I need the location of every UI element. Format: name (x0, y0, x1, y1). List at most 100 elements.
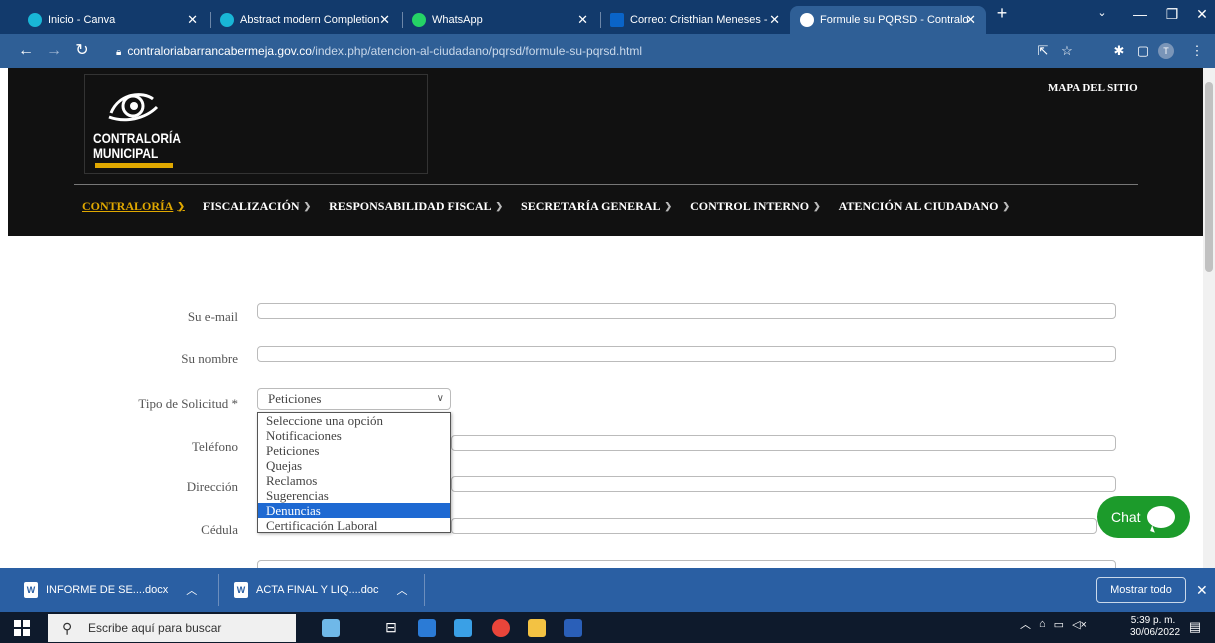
email-field[interactable] (257, 303, 1116, 319)
nav-label: ATENCIÓN AL CIUDADANO (838, 198, 999, 213)
word-icon[interactable] (564, 619, 582, 637)
url-host: contraloriabarrancabermeja.gov.co (127, 44, 312, 58)
menu-kebab-icon[interactable]: ⋮ (1188, 43, 1206, 59)
taskbar-search[interactable]: ⚲ Escribe aquí para buscar (48, 614, 296, 642)
notifications-icon[interactable]: ▤ (1186, 619, 1204, 637)
address-label: Dirección (186, 479, 238, 494)
extensions-icon[interactable]: ✱ (1110, 43, 1128, 59)
weather-icon[interactable] (322, 619, 340, 637)
task-view-icon[interactable]: ⊟ (382, 619, 400, 637)
chevron-up-icon[interactable]: ︿ (396, 582, 407, 598)
whatsapp-icon (412, 13, 426, 27)
clock-date: 30/06/2022 (1130, 627, 1181, 638)
close-icon[interactable]: ✕ (769, 12, 780, 28)
chevron-down-icon: ❯ (495, 200, 504, 211)
volume-icon[interactable]: ◁× (1072, 618, 1087, 631)
nav-atencion-ciudadano[interactable]: ATENCIÓN AL CIUDADANO ❯ (839, 196, 1010, 216)
download-item-acta[interactable]: W ACTA FINAL Y LIQ....doc ︿ (234, 568, 407, 612)
name-field[interactable] (257, 346, 1116, 362)
restore-icon[interactable]: ❐ (1160, 6, 1184, 23)
profile-avatar[interactable]: T (1158, 43, 1174, 59)
tab-title: Abstract modern Completion (240, 14, 380, 26)
tab-formule-pqrsd[interactable]: Formule su PQRSD - Contralo ✕ (790, 6, 986, 34)
close-downloads-icon[interactable]: ✕ (1196, 568, 1208, 612)
tab-search-icon[interactable]: ⌄ (1090, 6, 1114, 19)
browser-toolbar: ← → ↻ 🔒︎ contraloriabarrancabermeja.gov.c… (0, 34, 1215, 68)
search-icon: ⚲ (62, 620, 73, 636)
address-bar[interactable]: 🔒︎ contraloriabarrancabermeja.gov.co/inde… (106, 39, 1012, 63)
close-icon[interactable]: ✕ (187, 12, 198, 28)
canva-icon (220, 13, 234, 27)
sitemap-link[interactable]: MAPA DEL SITIO (1048, 82, 1138, 94)
window-close-icon[interactable]: ✕ (1190, 6, 1214, 23)
downloads-bar: W INFORME DE SE....docx ︿ W ACTA FINAL Y… (0, 568, 1215, 612)
chevron-up-icon[interactable]: ︿ (186, 582, 197, 598)
nav-fiscalizacion[interactable]: FISCALIZACIÓN ❯ (203, 196, 311, 216)
nav-contraloria[interactable]: CONTRALORÍA ❯ (82, 196, 185, 216)
request-type-label: Tipo de Solicitud * (138, 396, 238, 411)
minimize-icon[interactable]: — (1128, 6, 1152, 22)
logo-accent-strip (95, 163, 173, 168)
close-icon[interactable]: ✕ (965, 12, 976, 28)
chat-label: Chat (1111, 509, 1141, 525)
site-logo[interactable]: CONTRALORÍA MUNICIPAL (84, 74, 428, 174)
phone-field[interactable] (451, 435, 1116, 451)
chat-button[interactable]: Chat (1097, 496, 1190, 538)
tab-title: Correo: Cristhian Meneses - (630, 14, 768, 26)
id-field[interactable] (451, 518, 1097, 534)
chevron-down-icon: ❯ (813, 200, 821, 211)
tab-abstract-modern[interactable]: Abstract modern Completion ✕ (210, 6, 400, 34)
option-notificaciones[interactable]: Notificaciones (258, 428, 450, 443)
option-reclamos[interactable]: Reclamos (258, 473, 450, 488)
store-icon[interactable] (418, 619, 436, 637)
request-type-select[interactable]: Peticiones ∨ (257, 388, 451, 410)
page-scrollbar[interactable] (1203, 68, 1215, 568)
windows-start-icon[interactable] (14, 620, 30, 636)
back-arrow-icon[interactable]: ← (16, 42, 36, 60)
tab-title: Formule su PQRSD - Contralo (820, 14, 969, 26)
outlook-icon (610, 13, 624, 27)
meet-icon[interactable]: ⌂ (1039, 618, 1046, 630)
tab-correo[interactable]: Correo: Cristhian Meneses - ✕ (600, 6, 790, 34)
option-denuncias[interactable]: Denuncias (258, 503, 450, 518)
address-field[interactable] (451, 476, 1116, 492)
file-explorer-icon[interactable] (528, 619, 546, 637)
share-icon[interactable]: ⇱ (1034, 43, 1052, 59)
main-nav: CONTRALORÍA ❯ FISCALIZACIÓN ❯ RESPONSABILI… (82, 196, 1010, 216)
tab-whatsapp[interactable]: WhatsApp ✕ (402, 6, 598, 34)
new-tab-button[interactable]: + (990, 3, 1014, 24)
url-path: /index.php/atencion-al-ciudadano/pqrsd/f… (311, 44, 643, 58)
option-certificacion-laboral[interactable]: Certificación Laboral (258, 518, 450, 533)
download-item-informe[interactable]: W INFORME DE SE....docx ︿ (24, 568, 197, 612)
globe-icon (800, 13, 814, 27)
bookmark-star-icon[interactable]: ☆ (1058, 43, 1076, 59)
scrollbar-thumb[interactable] (1205, 82, 1213, 272)
next-field[interactable] (257, 560, 1116, 568)
close-icon[interactable]: ✕ (379, 12, 390, 28)
forward-arrow-icon[interactable]: → (44, 42, 64, 60)
word-doc-icon: W (234, 582, 248, 598)
close-icon[interactable]: ✕ (577, 12, 588, 28)
tab-inicio-canva[interactable]: Inicio - Canva ✕ (18, 6, 208, 34)
nav-responsabilidad-fiscal[interactable]: RESPONSABILIDAD FISCAL ❯ (329, 196, 503, 216)
option-seleccione[interactable]: Seleccione una opción (258, 413, 450, 428)
system-tray: ︿ ⌂ ▭ ◁× (1020, 616, 1087, 632)
mail-icon[interactable] (454, 619, 472, 637)
reload-icon[interactable]: ↻ (72, 42, 92, 60)
nav-label: CONTRALORÍA (82, 198, 174, 213)
option-quejas[interactable]: Quejas (258, 458, 450, 473)
option-sugerencias[interactable]: Sugerencias (258, 488, 450, 503)
nav-control-interno[interactable]: CONTROL INTERNO ❯ (690, 196, 821, 216)
taskbar-clock[interactable]: 5:39 p. m. 30/06/2022 (1130, 615, 1181, 639)
network-icon[interactable]: ▭ (1054, 618, 1064, 631)
chevron-down-icon: ❯ (664, 200, 673, 211)
side-panel-icon[interactable]: ▢ (1134, 43, 1152, 59)
windows-taskbar: ⚲ Escribe aquí para buscar ⊟ ︿ ⌂ ▭ ◁× 5:… (0, 612, 1215, 643)
nav-secretaria-general[interactable]: SECRETARÍA GENERAL ❯ (521, 196, 672, 216)
site-header: CONTRALORÍA MUNICIPAL MAPA DEL SITIO CON… (8, 68, 1203, 236)
chrome-icon[interactable] (492, 619, 510, 637)
chevron-up-icon[interactable]: ︿ (1020, 616, 1031, 632)
option-peticiones[interactable]: Peticiones (258, 443, 450, 458)
nav-label: CONTROL INTERNO (690, 198, 810, 213)
show-all-button[interactable]: Mostrar todo (1096, 577, 1186, 603)
